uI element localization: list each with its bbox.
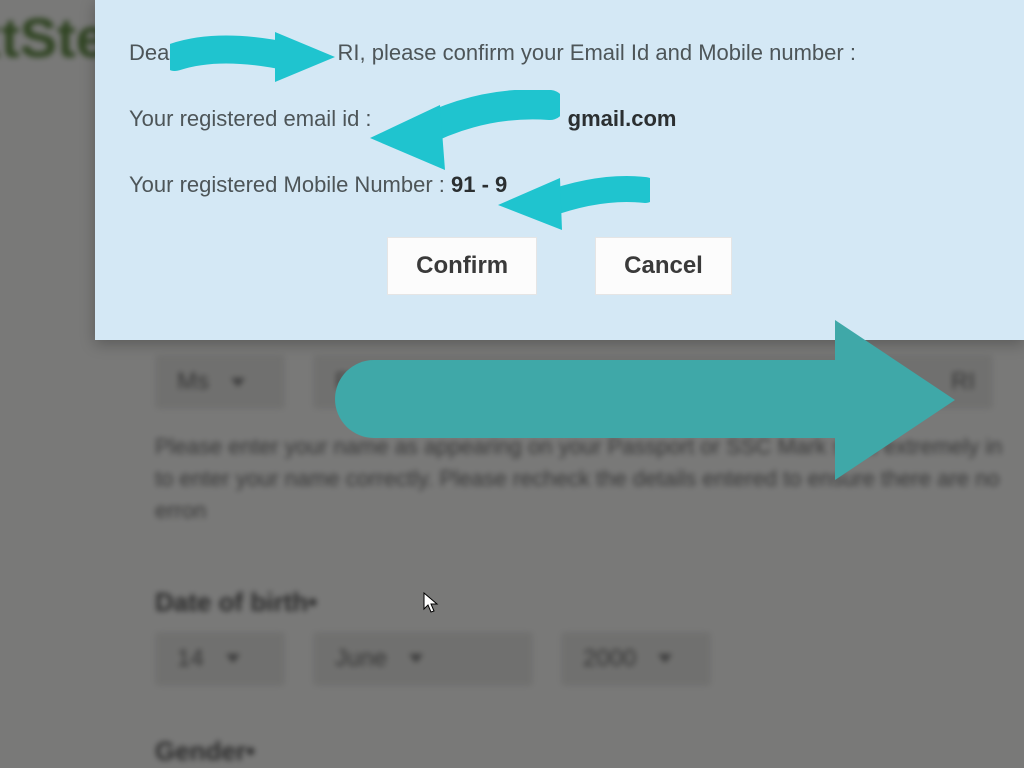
confirm-modal: Dear P RI, please confirm your Email Id a… — [95, 0, 1024, 340]
modal-greeting: Dear P RI, please confirm your Email Id a… — [129, 40, 990, 66]
email-label: Your registered email id : — [129, 106, 378, 131]
modal-mobile-line: Your registered Mobile Number : 91 - 9 — [129, 172, 990, 198]
mobile-value: 91 - 9 — [451, 172, 507, 197]
greeting-prefix: Dear — [129, 40, 183, 65]
email-value: gmail.com — [568, 106, 677, 131]
greeting-rest: , please confirm your Email Id and Mobil… — [359, 40, 855, 65]
greeting-name-end: RI — [337, 40, 359, 65]
modal-email-line: Your registered email id : gmail.com — [129, 106, 990, 132]
greeting-name-start: P — [183, 40, 198, 65]
mobile-label: Your registered Mobile Number : — [129, 172, 451, 197]
confirm-button[interactable]: Confirm — [388, 238, 536, 294]
cancel-button[interactable]: Cancel — [596, 238, 731, 294]
mouse-cursor-icon — [423, 592, 439, 614]
